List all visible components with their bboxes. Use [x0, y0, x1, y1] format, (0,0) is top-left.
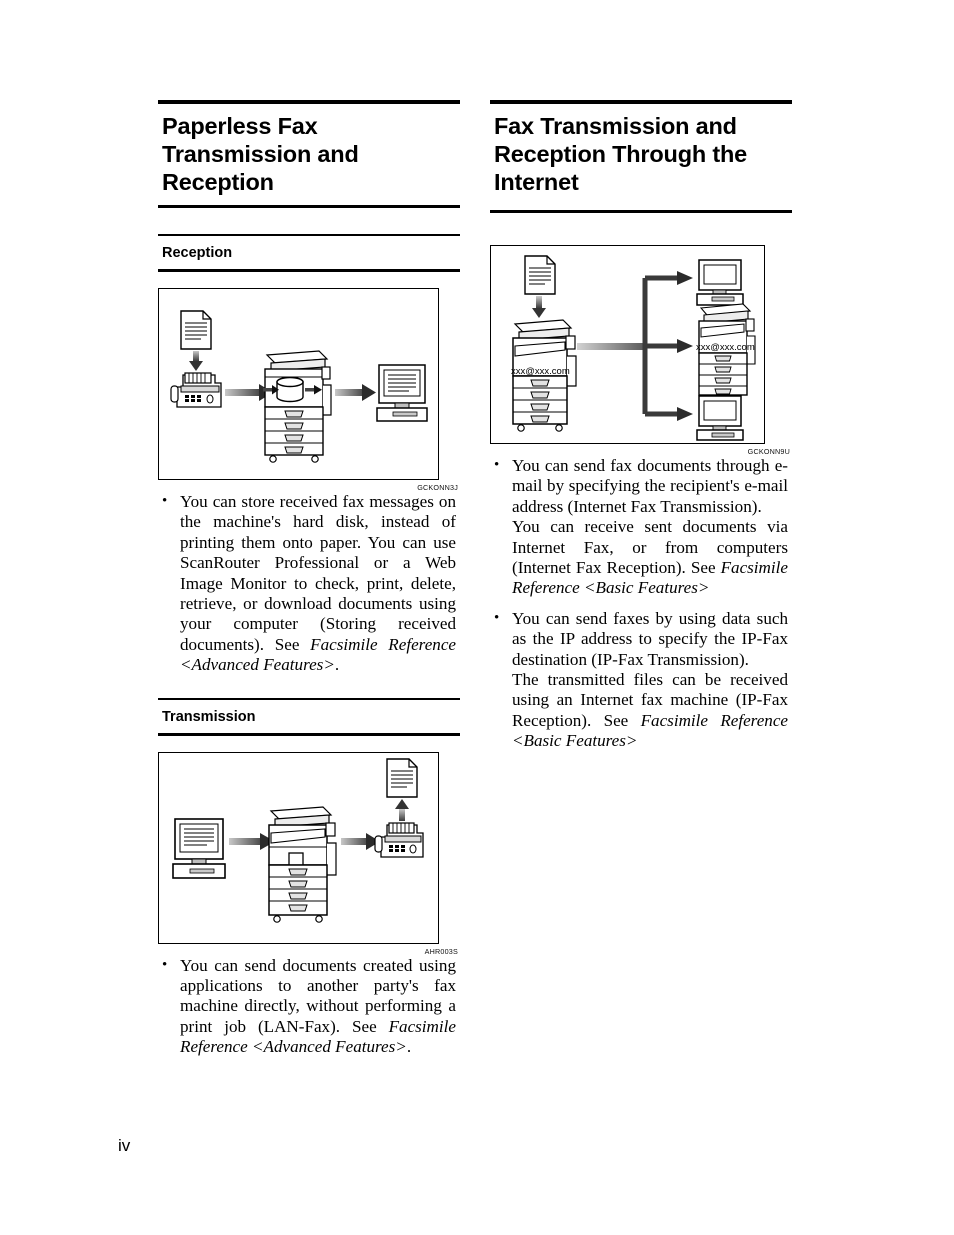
- fax-machine-icon: [170, 372, 222, 408]
- text-run: You can send fax documents through e-mai…: [512, 456, 788, 516]
- page-title-left: Paperless Fax Transmission and Reception: [162, 113, 359, 195]
- mfp-icon: [268, 806, 337, 923]
- left-column: Paperless Fax Transmission and Reception…: [158, 100, 460, 1068]
- section-title-reception: Reception: [162, 245, 233, 261]
- receiver-email-label: xxx@xxx.com: [696, 342, 755, 353]
- arrow-right-2-icon: [341, 832, 380, 850]
- heading-rule-top: [490, 100, 792, 104]
- list-item: You can send fax documents through e-mai…: [490, 455, 788, 599]
- fax-machine-icon: [374, 822, 424, 858]
- paragraph: The transmitted files can be received us…: [512, 670, 788, 752]
- section-title-transmission: Transmission: [162, 708, 256, 725]
- arrow-right-1-icon: [229, 832, 275, 850]
- internet-fax-diagram: xxx@xxx.com xxx@xxx.com: [511, 255, 756, 441]
- page-title-right: Fax Transmission and Reception Through t…: [494, 113, 747, 195]
- paragraph: You can receive sent documents via Inter…: [512, 517, 788, 599]
- text-run: You can store received fax messages on t…: [180, 492, 456, 654]
- arrow-to-network-icon: [577, 343, 645, 350]
- computer-top-icon: [696, 259, 744, 306]
- section-heading-reception: Reception: [158, 234, 460, 272]
- right-chapter-heading-block: Fax Transmission and Reception Through t…: [490, 100, 792, 213]
- paragraph: You can send faxes by using data such as…: [512, 609, 788, 670]
- arrow-right-2-icon: [335, 384, 376, 401]
- bullet-list-internet: You can send fax documents through e-mai…: [490, 455, 788, 752]
- arrow-down-icon: [189, 351, 203, 371]
- figure-reception-frame: [158, 288, 439, 480]
- heading-rule-bottom: [158, 205, 460, 208]
- paragraph: You can store received fax messages on t…: [180, 492, 456, 676]
- figure-transmission-frame: [158, 751, 439, 944]
- network-branch-arrowheads: [677, 271, 693, 421]
- reception-diagram: [170, 310, 428, 463]
- hard-disk-icon: [276, 376, 304, 403]
- heading-rule-top: [158, 100, 460, 104]
- section-rule-top: [158, 234, 460, 236]
- computer-bottom-icon: [696, 395, 744, 441]
- section-rule-top: [158, 697, 460, 700]
- list-item: You can store received fax messages on t…: [158, 491, 456, 676]
- sender-mfp-icon: xxx@xxx.com: [511, 319, 577, 432]
- paragraph: You can send documents created using app…: [180, 956, 456, 1058]
- left-chapter-heading-block: Paperless Fax Transmission and Reception: [158, 100, 460, 208]
- mfp-icon: [263, 350, 332, 463]
- document-icon: [180, 310, 212, 350]
- computer-icon: [172, 817, 226, 879]
- arrow-down-icon: [532, 296, 546, 318]
- document-icon: [386, 757, 418, 798]
- list-item: You can send documents created using app…: [158, 955, 456, 1058]
- section-rule-bottom: [158, 269, 460, 272]
- receiver-mfp-icon: xxx@xxx.com: [696, 303, 756, 396]
- figure-caption-reception: GCKONN3J: [417, 483, 458, 492]
- arrow-up-icon: [395, 798, 409, 821]
- section-rule-bottom: [158, 732, 460, 736]
- text-run-tail: .: [334, 655, 340, 675]
- figure-caption-transmission: AHR003S: [424, 946, 458, 956]
- list-item: You can send faxes by using data such as…: [490, 608, 788, 752]
- sender-email-label: xxx@xxx.com: [511, 366, 570, 377]
- figure-internet-fax-frame: xxx@xxx.com xxx@xxx.com: [490, 245, 765, 444]
- heading-rule-bottom: [490, 210, 792, 213]
- network-branch-arrows: [642, 275, 679, 417]
- figure-reception: GCKONN3J: [158, 288, 460, 492]
- figure-transmission: AHR003S: [158, 751, 460, 956]
- document-page: Paperless Fax Transmission and Reception…: [0, 0, 954, 1235]
- page-number: iv: [118, 1136, 131, 1155]
- document-icon: [524, 255, 556, 295]
- bullet-list-transmission: You can send documents created using app…: [158, 955, 456, 1058]
- text-run: You can send faxes by using data such as…: [512, 608, 788, 669]
- transmission-diagram: [172, 757, 424, 923]
- figure-caption-internet-fax: GCKONN9U: [747, 447, 790, 456]
- section-heading-transmission: Transmission: [158, 697, 460, 736]
- figure-internet-fax: xxx@xxx.com xxx@xxx.com GCKONN9U: [490, 245, 792, 456]
- paragraph: You can send fax documents through e-mai…: [512, 456, 788, 517]
- right-column: Fax Transmission and Reception Through t…: [490, 100, 792, 762]
- bullet-list-reception: You can store received fax messages on t…: [158, 491, 456, 676]
- computer-icon: [376, 364, 428, 422]
- text-run-tail: .: [406, 1037, 412, 1057]
